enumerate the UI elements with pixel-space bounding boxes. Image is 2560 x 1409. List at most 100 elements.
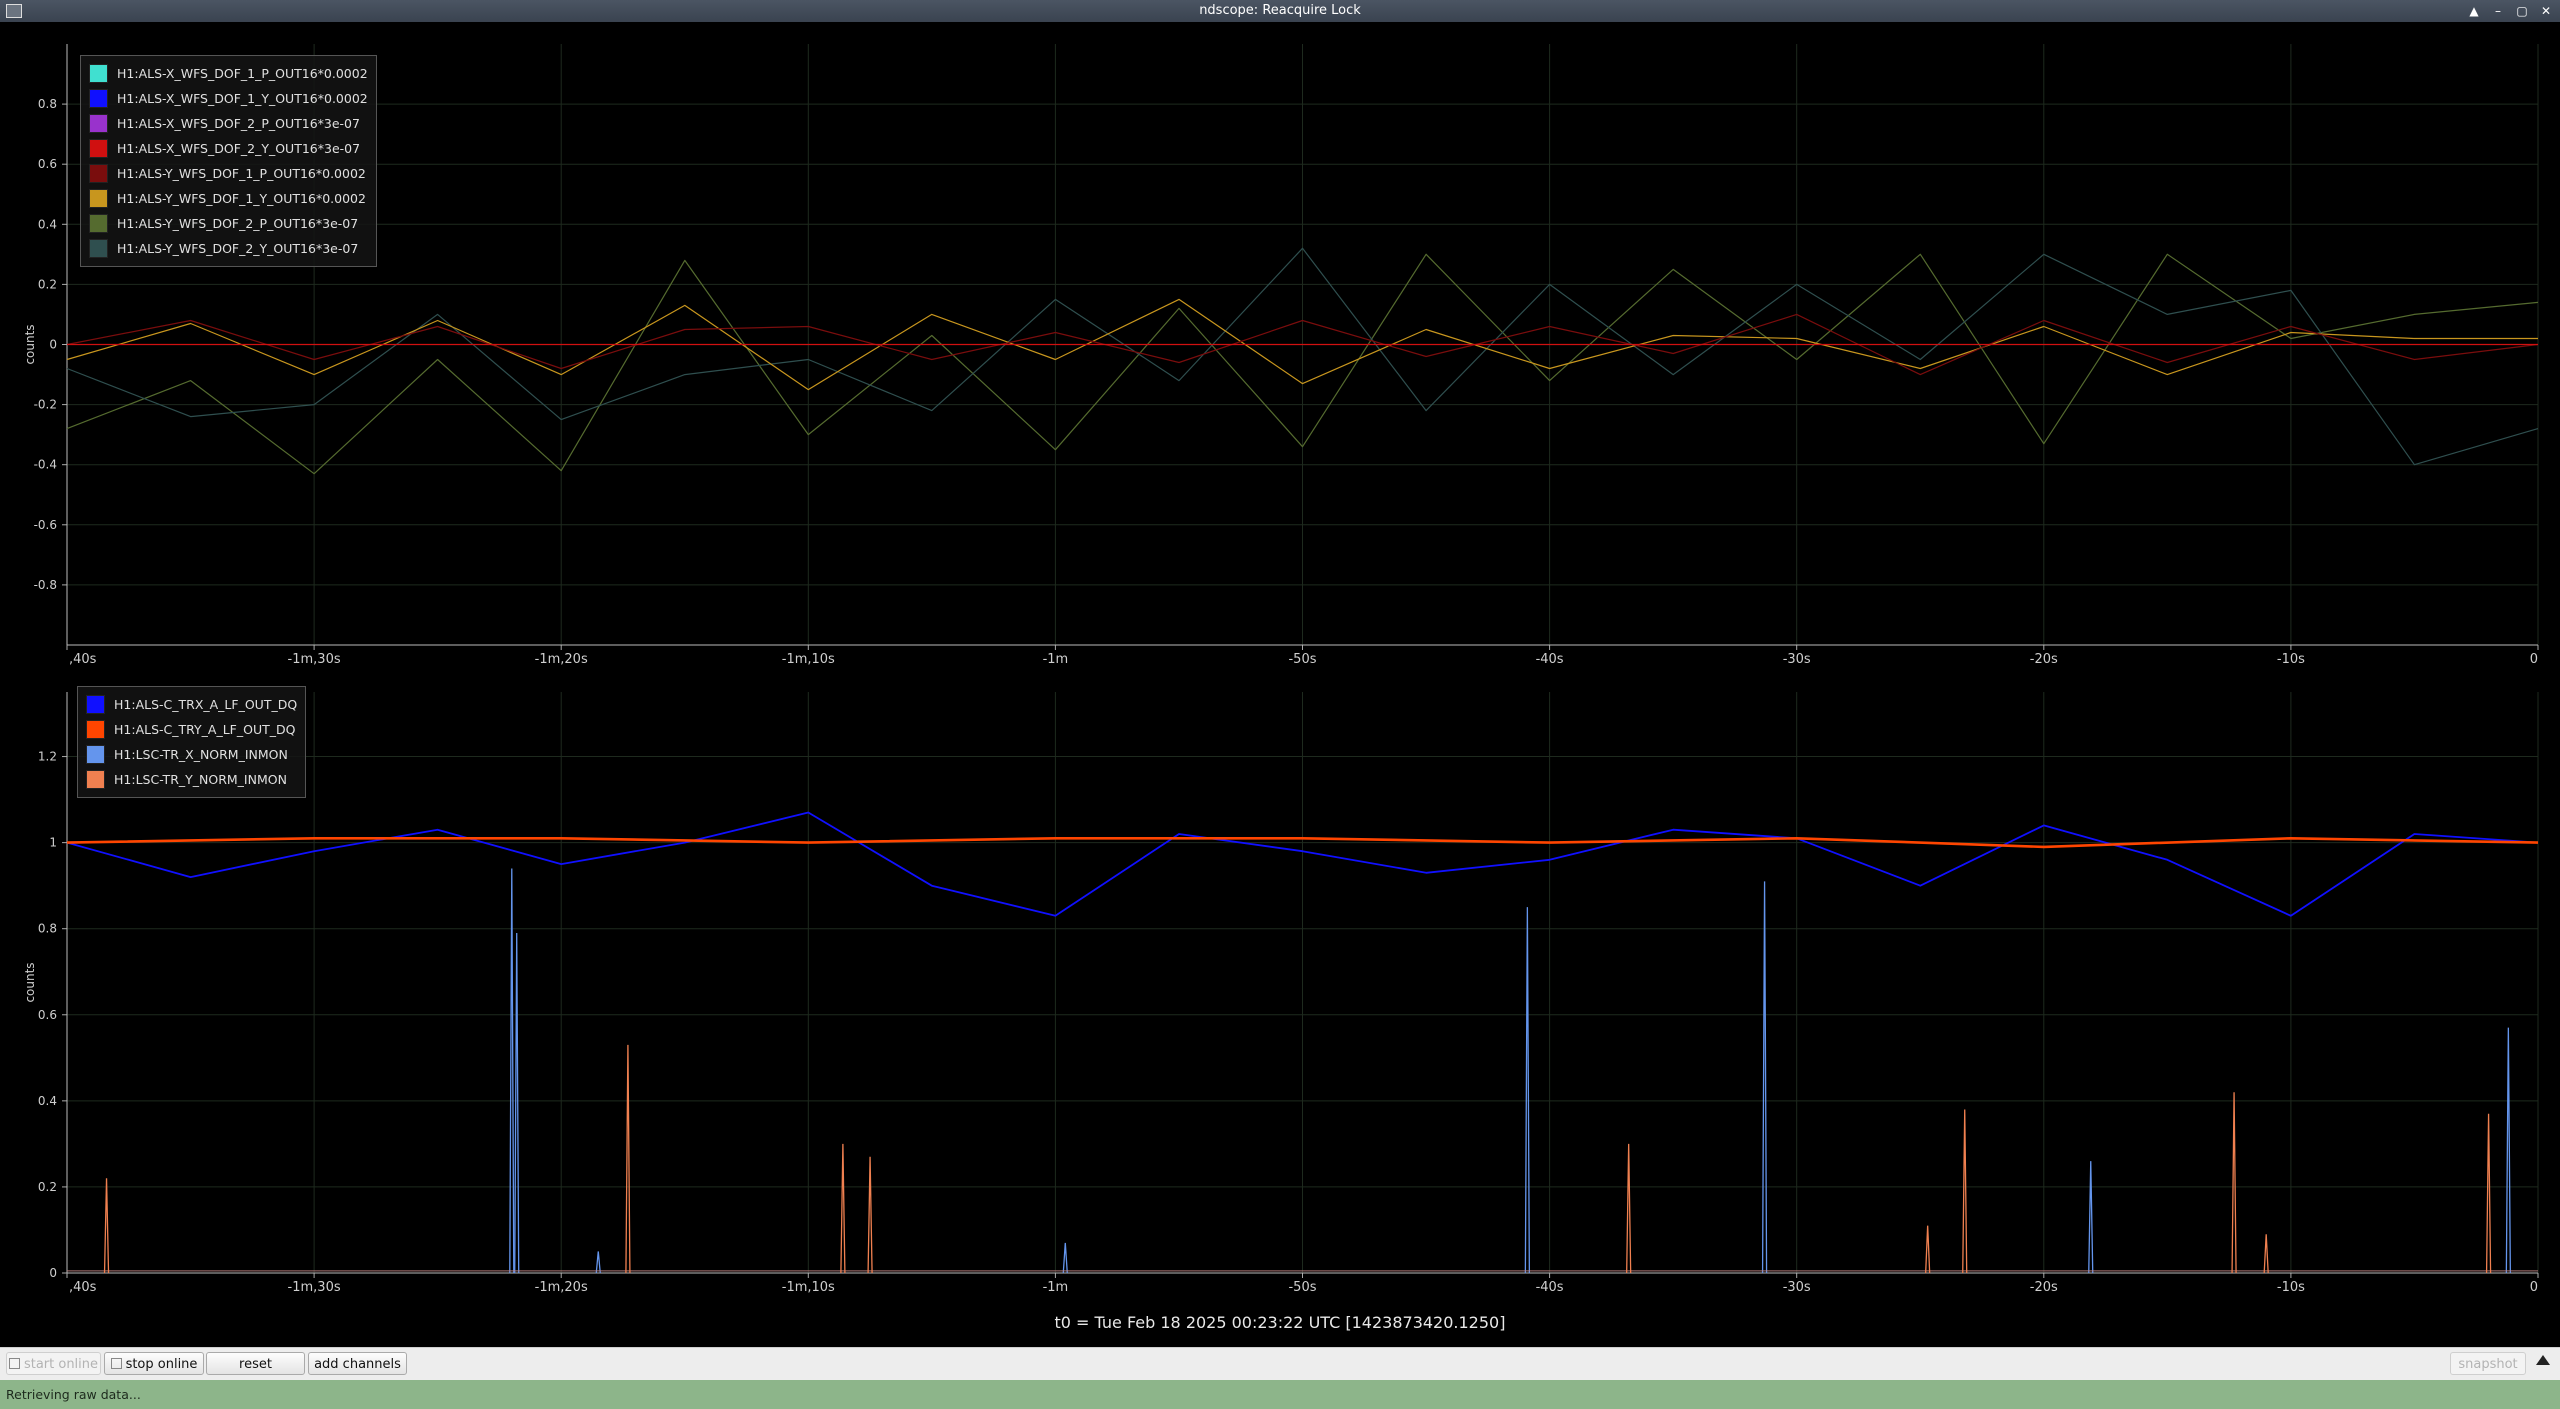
series-spike bbox=[1962, 1109, 1968, 1274]
x-tick-label: -40s bbox=[1536, 1280, 1564, 1295]
t0-label: t0 = Tue Feb 18 2025 00:23:22 UTC [14238… bbox=[1054, 1313, 1506, 1332]
x-tick-label: -1m,30s bbox=[288, 1280, 341, 1295]
series-spike bbox=[103, 1178, 110, 1274]
add-channels-button[interactable]: add channels bbox=[308, 1352, 407, 1375]
x-tick-label: -50s bbox=[1288, 1280, 1316, 1295]
maximize-button[interactable]: ▢ bbox=[2514, 0, 2530, 22]
x-tick-label: -1m,10s bbox=[782, 1280, 835, 1295]
plot-top[interactable]: 0.8 0.6 0.4 0.2 0 -0.2 -0.4 -0.6 -0.8 ,40s -1m,30s… bbox=[0, 22, 2560, 672]
plot-top-legend[interactable]: H1:ALS-X_WFS_DOF_1_P_OUT16*0.0002 H1:ALS-… bbox=[80, 55, 377, 267]
y-tick-label: -0.8 bbox=[34, 578, 57, 592]
app-icon[interactable] bbox=[6, 4, 22, 18]
stop-online-checkbox-icon bbox=[110, 1358, 122, 1369]
x-tick-label: -1m,20s bbox=[535, 1280, 588, 1295]
y-tick-label: 0 bbox=[49, 1266, 57, 1280]
legend-label: H1:ALS-Y_WFS_DOF_1_P_OUT16*0.0002 bbox=[117, 166, 366, 181]
legend-entry[interactable]: H1:ALS-Y_WFS_DOF_2_P_OUT16*3e-07 bbox=[89, 211, 368, 236]
series-spike bbox=[1062, 1242, 1068, 1274]
stop-online-button[interactable]: stop online bbox=[104, 1352, 204, 1375]
x-tick-label: -1m bbox=[1043, 1280, 1069, 1295]
x-tick-label: ,40s bbox=[69, 1280, 97, 1295]
legend-label: H1:LSC-TR_X_NORM_INMON bbox=[114, 747, 288, 762]
y-tick-label: 0.6 bbox=[38, 157, 57, 171]
legend-entry[interactable]: H1:ALS-X_WFS_DOF_2_Y_OUT16*3e-07 bbox=[89, 136, 368, 161]
x-tick-label: -30s bbox=[1783, 1280, 1811, 1295]
legend-entry[interactable]: H1:ALS-Y_WFS_DOF_2_Y_OUT16*3e-07 bbox=[89, 236, 368, 261]
x-tick-label: -50s bbox=[1288, 652, 1316, 667]
legend-label: H1:ALS-X_WFS_DOF_2_P_OUT16*3e-07 bbox=[117, 116, 360, 131]
legend-entry[interactable]: H1:ALS-X_WFS_DOF_2_P_OUT16*3e-07 bbox=[89, 111, 368, 136]
y-tick-label: 1 bbox=[49, 836, 57, 850]
series-spike bbox=[514, 933, 520, 1274]
y-tick-label: 0 bbox=[49, 338, 57, 352]
series-spike bbox=[2505, 1027, 2511, 1274]
series-spike bbox=[1626, 1143, 1632, 1274]
expand-panel-icon[interactable] bbox=[2536, 1355, 2550, 1365]
legend-swatch bbox=[89, 114, 108, 133]
legend-label: H1:ALS-Y_WFS_DOF_2_Y_OUT16*3e-07 bbox=[117, 241, 359, 256]
legend-entry[interactable]: H1:ALS-X_WFS_DOF_1_P_OUT16*0.0002 bbox=[89, 61, 368, 86]
x-tick-label: -10s bbox=[2277, 652, 2305, 667]
series-spike bbox=[867, 1156, 873, 1274]
legend-swatch bbox=[86, 770, 105, 789]
x-tick-label: -10s bbox=[2277, 1280, 2305, 1295]
legend-label: H1:LSC-TR_Y_NORM_INMON bbox=[114, 772, 287, 787]
y-tick-label: 0.4 bbox=[38, 1094, 57, 1108]
legend-swatch bbox=[86, 695, 105, 714]
status-bar: Retrieving raw data... bbox=[0, 1380, 2560, 1409]
legend-entry[interactable]: H1:LSC-TR_X_NORM_INMON bbox=[86, 742, 297, 767]
legend-swatch bbox=[89, 89, 108, 108]
shade-window-button[interactable]: ▲ bbox=[2466, 0, 2482, 22]
x-tick-label: 0 bbox=[2530, 652, 2538, 667]
legend-swatch bbox=[89, 239, 108, 258]
close-button[interactable]: ✕ bbox=[2538, 0, 2554, 22]
series-spike bbox=[2485, 1113, 2492, 1274]
legend-swatch bbox=[89, 64, 108, 83]
start-online-checkbox-icon bbox=[8, 1358, 20, 1369]
plot-bottom[interactable]: 1.2 1 0.8 0.6 0.4 0.2 0 ,40s -1m,30s -1m,20s -1m,1… bbox=[0, 672, 2560, 1306]
legend-entry[interactable]: H1:ALS-C_TRX_A_LF_OUT_DQ bbox=[86, 692, 297, 717]
plot-bottom-canvas[interactable]: 1.2 1 0.8 0.6 0.4 0.2 0 ,40s -1m,30s -1m,20s -1m,1… bbox=[0, 672, 2560, 1306]
legend-swatch bbox=[89, 214, 108, 233]
legend-entry[interactable]: H1:ALS-Y_WFS_DOF_1_Y_OUT16*0.0002 bbox=[89, 186, 368, 211]
window-titlebar: ndscope: Reacquire Lock ▲ – ▢ ✕ bbox=[0, 0, 2560, 22]
start-online-button[interactable]: start online bbox=[6, 1352, 101, 1375]
series-spike bbox=[595, 1251, 601, 1274]
x-tick-label: 0 bbox=[2530, 1280, 2538, 1295]
legend-entry[interactable]: H1:LSC-TR_Y_NORM_INMON bbox=[86, 767, 297, 792]
x-tick-label: ,40s bbox=[69, 652, 97, 667]
legend-swatch bbox=[89, 139, 108, 158]
y-tick-label: -0.4 bbox=[34, 458, 57, 472]
y-tick-label: 0.4 bbox=[38, 217, 57, 231]
legend-swatch bbox=[89, 164, 108, 183]
series-spike bbox=[2263, 1234, 2269, 1274]
minimize-button[interactable]: – bbox=[2490, 0, 2506, 22]
y-tick-label: 1.2 bbox=[38, 750, 57, 764]
stop-online-label: stop online bbox=[125, 1357, 198, 1372]
legend-label: H1:ALS-C_TRY_A_LF_OUT_DQ bbox=[114, 722, 296, 737]
reset-button[interactable]: reset bbox=[206, 1352, 305, 1375]
x-tick-label: -1m,20s bbox=[535, 652, 588, 667]
x-tick-label: -1m,10s bbox=[782, 652, 835, 667]
legend-swatch bbox=[89, 189, 108, 208]
x-tick-label: -30s bbox=[1783, 652, 1811, 667]
y-tick-label: 0.8 bbox=[38, 97, 57, 111]
plot-bottom-legend[interactable]: H1:ALS-C_TRX_A_LF_OUT_DQ H1:ALS-C_TRY_A_L… bbox=[77, 686, 307, 798]
x-tick-label: -20s bbox=[2030, 652, 2058, 667]
y-tick-label: -0.6 bbox=[34, 518, 57, 532]
plot-top-canvas[interactable]: 0.8 0.6 0.4 0.2 0 -0.2 -0.4 -0.6 -0.8 ,40s -1m,30s… bbox=[0, 22, 2560, 672]
y-tick-label: -0.2 bbox=[34, 398, 57, 412]
legend-label: H1:ALS-C_TRX_A_LF_OUT_DQ bbox=[114, 697, 298, 712]
legend-swatch bbox=[86, 720, 105, 739]
x-tick-label: -1m,30s bbox=[288, 652, 341, 667]
series-spike bbox=[1524, 907, 1531, 1274]
legend-swatch bbox=[86, 745, 105, 764]
series-spike bbox=[1761, 881, 1768, 1274]
legend-entry[interactable]: H1:ALS-C_TRY_A_LF_OUT_DQ bbox=[86, 717, 297, 742]
legend-entry[interactable]: H1:ALS-Y_WFS_DOF_1_P_OUT16*0.0002 bbox=[89, 161, 368, 186]
y-tick-label: 0.6 bbox=[38, 1008, 57, 1022]
legend-label: H1:ALS-X_WFS_DOF_1_P_OUT16*0.0002 bbox=[117, 66, 368, 81]
series-spike bbox=[840, 1143, 846, 1274]
snapshot-button[interactable]: snapshot bbox=[2450, 1352, 2526, 1375]
legend-entry[interactable]: H1:ALS-X_WFS_DOF_1_Y_OUT16*0.0002 bbox=[89, 86, 368, 111]
